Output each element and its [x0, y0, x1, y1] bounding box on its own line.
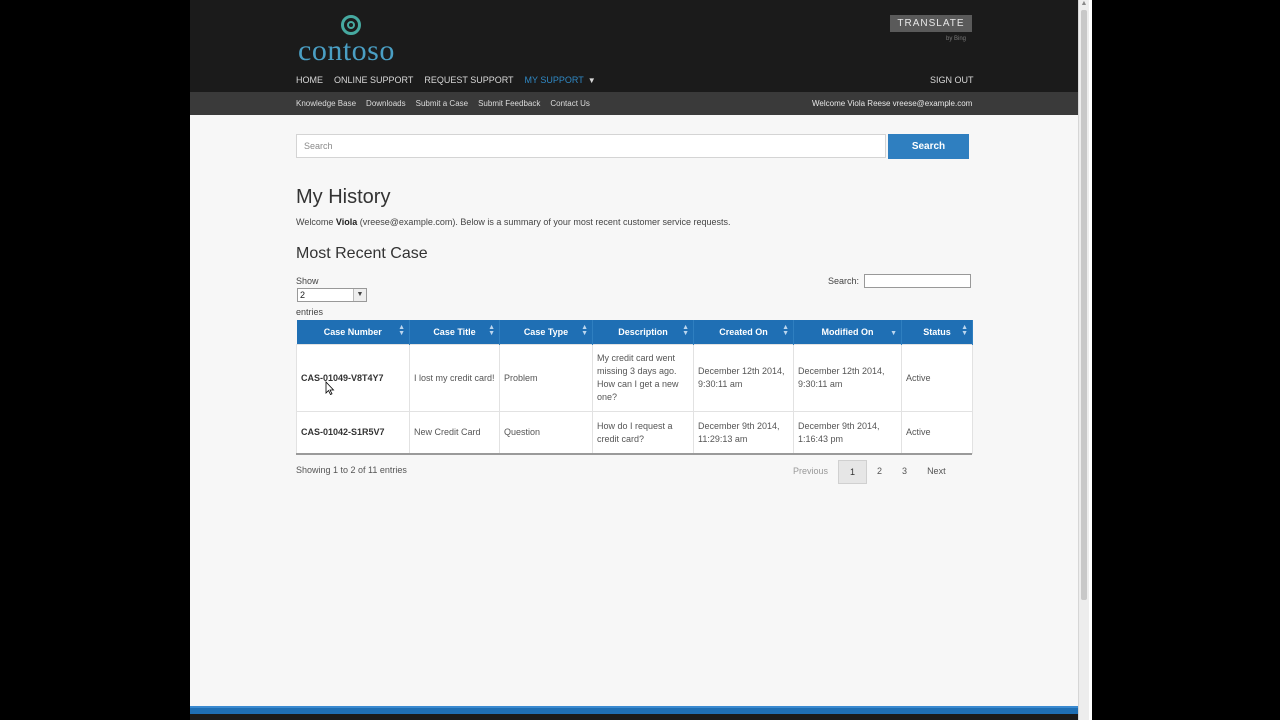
cell-created-on: December 12th 2014, 9:30:11 am	[693, 344, 794, 412]
page-title: My History	[296, 186, 391, 208]
sort-icon: ▲ ▼	[581, 324, 588, 337]
cell-case-number[interactable]: CAS-01042-S1R5V7	[296, 411, 410, 454]
cell-description: My credit card went missing 3 days ago. …	[592, 344, 694, 412]
welcome-user-text: Welcome Viola Reese vreese@example.com	[812, 99, 973, 108]
cell-status: Active	[901, 344, 973, 412]
sort-icon: ▲ ▼	[398, 324, 405, 337]
logo-icon	[341, 15, 361, 35]
site-search-button[interactable]: Search	[888, 134, 969, 159]
cell-modified-on: December 9th 2014, 1:16:43 pm	[793, 411, 902, 454]
cell-status: Active	[901, 411, 973, 454]
table-filter-label: Search:	[828, 276, 860, 286]
scroll-up-arrow-icon[interactable]: ▲	[1080, 0, 1088, 8]
cell-case-title: I lost my credit card!	[409, 344, 500, 412]
column-header-label: Case Number	[323, 327, 382, 337]
powered-by-text: by Bing	[946, 36, 967, 42]
footer-bar	[190, 706, 1078, 720]
entries-label: entries	[296, 307, 324, 317]
case-table: Case Number ▲ ▼ Case Title ▲ ▼ Case Type ▲ ▼ D…	[296, 320, 973, 454]
intro-rest: (vreese@example.com). Below is a summary…	[357, 217, 731, 227]
nav-item-request-support[interactable]: REQUEST SUPPORT	[424, 75, 513, 85]
cell-case-number[interactable]: CAS-01049-V8T4Y7	[296, 344, 410, 412]
table-info-text: Showing 1 to 2 of 11 entries	[296, 465, 407, 475]
scrollbar-thumb[interactable]	[1081, 10, 1087, 600]
column-header-status[interactable]: Status ▲ ▼	[901, 320, 973, 345]
pagination-previous[interactable]: Previous	[783, 460, 838, 482]
nav-item-online-support[interactable]: ONLINE SUPPORT	[334, 75, 413, 85]
sort-icon: ▲ ▼	[782, 324, 789, 337]
entries-length-select[interactable]: 2 ▼	[297, 288, 367, 302]
cell-modified-on: December 12th 2014, 9:30:11 am	[793, 344, 902, 412]
column-header-label: Description	[618, 327, 668, 337]
sort-icon: ▲ ▼	[682, 324, 689, 337]
cell-case-title: New Credit Card	[409, 411, 500, 454]
column-header-case-type[interactable]: Case Type ▲ ▼	[499, 320, 593, 345]
cell-case-type: Question	[499, 411, 593, 454]
translate-button[interactable]: TRANSLATE	[890, 15, 972, 32]
column-header-label: Case Title	[433, 327, 476, 337]
sort-desc-icon: ▼	[890, 330, 897, 337]
subnav-item-submit-feedback[interactable]: Submit Feedback	[478, 99, 540, 108]
subnav-item-knowledge-base[interactable]: Knowledge Base	[296, 99, 356, 108]
column-header-label: Status	[923, 327, 951, 337]
browser-page: contoso TRANSLATE by Bing HOME ONLINE SU…	[190, 0, 1078, 720]
column-header-created-on[interactable]: Created On ▲ ▼	[693, 320, 794, 345]
cell-case-type: Problem	[499, 344, 593, 412]
intro-name: Viola	[335, 217, 358, 227]
intro-text: Welcome Viola (vreese@example.com). Belo…	[296, 217, 730, 227]
entries-length-value: 2	[300, 290, 306, 300]
table-row[interactable]: CAS-01049-V8T4Y7 I lost my credit card! …	[296, 344, 973, 412]
mouse-cursor-icon	[325, 381, 335, 395]
site-search-input[interactable]	[296, 134, 886, 158]
column-header-label: Case Type	[523, 327, 569, 337]
logo-text[interactable]: contoso	[298, 34, 395, 68]
window-edge	[1089, 0, 1092, 720]
pagination: Previous 1 2 3 Next	[783, 460, 956, 484]
column-header-case-title[interactable]: Case Title ▲ ▼	[409, 320, 500, 345]
sub-nav-bar: Knowledge Base Downloads Submit a Case S…	[190, 92, 1078, 115]
subnav-item-contact-us[interactable]: Contact Us	[550, 99, 590, 108]
subnav-item-submit-case[interactable]: Submit a Case	[416, 99, 468, 108]
cell-created-on: December 9th 2014, 11:29:13 am	[693, 411, 794, 454]
sub-nav: Knowledge Base Downloads Submit a Case S…	[296, 99, 590, 108]
column-header-modified-on[interactable]: Modified On ▼	[793, 320, 902, 345]
nav-item-my-support-label: MY SUPPORT	[524, 75, 584, 85]
pagination-next[interactable]: Next	[917, 460, 956, 482]
pagination-page-1[interactable]: 1	[838, 460, 868, 484]
vertical-scrollbar[interactable]: ▲	[1078, 0, 1089, 720]
column-header-description[interactable]: Description ▲ ▼	[592, 320, 694, 345]
nav-item-my-support[interactable]: MY SUPPORT ▼	[525, 75, 596, 85]
show-label: Show	[296, 276, 319, 286]
nav-item-home[interactable]: HOME	[296, 75, 323, 85]
column-header-case-number[interactable]: Case Number ▲ ▼	[296, 320, 410, 345]
table-header-row: Case Number ▲ ▼ Case Title ▲ ▼ Case Type ▲ ▼ D…	[296, 320, 973, 345]
intro-prefix: Welcome	[296, 217, 336, 227]
cell-description: How do I request a credit card?	[592, 411, 694, 454]
table-row[interactable]: CAS-01042-S1R5V7 New Credit Card Questio…	[296, 411, 973, 454]
column-header-label: Created On	[719, 327, 768, 337]
main-nav: HOME ONLINE SUPPORT REQUEST SUPPORT MY S…	[296, 75, 596, 85]
section-title: Most Recent Case	[296, 245, 428, 262]
caret-down-icon: ▼	[587, 76, 596, 85]
sign-out-link[interactable]: SIGN OUT	[930, 75, 974, 85]
chevron-down-icon[interactable]: ▼	[353, 289, 366, 301]
table-filter-input[interactable]	[864, 274, 971, 288]
column-header-label: Modified On	[821, 327, 874, 337]
pagination-page-3[interactable]: 3	[892, 460, 917, 482]
subnav-item-downloads[interactable]: Downloads	[366, 99, 406, 108]
site-header: contoso TRANSLATE by Bing HOME ONLINE SU…	[190, 0, 1078, 92]
pagination-page-2[interactable]: 2	[867, 460, 892, 482]
sort-icon: ▲ ▼	[961, 324, 968, 337]
table-bottom-border	[296, 453, 972, 455]
sort-icon: ▲ ▼	[488, 324, 495, 337]
